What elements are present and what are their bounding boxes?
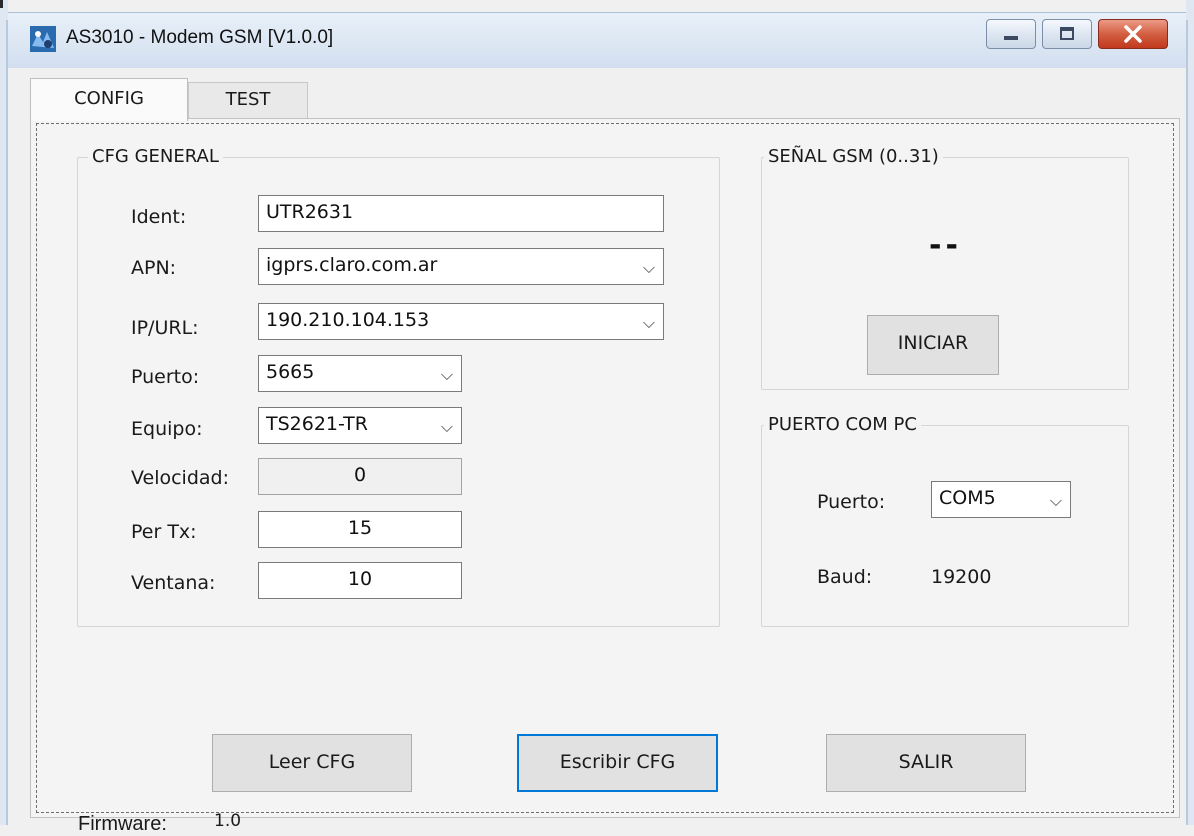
signal-gsm-title: SEÑAL GSM (0..31)	[764, 146, 943, 167]
signal-gsm-group: SEÑAL GSM (0..31) -- INICIAR	[761, 146, 1129, 390]
window-right-edge	[1186, 0, 1194, 825]
escribir-cfg-button[interactable]: Escribir CFG	[517, 734, 718, 792]
apn-value: igprs.claro.com.ar	[266, 254, 438, 276]
ip-url-label: IP/URL:	[131, 317, 199, 339]
apn-combobox[interactable]: igprs.claro.com.ar ⌵	[258, 248, 664, 285]
cfg-general-title: CFG GENERAL	[88, 146, 223, 167]
ip-url-value: 190.210.104.153	[266, 309, 430, 331]
com-port-group: PUERTO COM PC Puerto: COM5 ⌵ Baud: 19200	[761, 414, 1129, 627]
equipo-label: Equipo:	[131, 418, 203, 440]
leer-cfg-button[interactable]: Leer CFG	[212, 734, 412, 792]
ventana-input[interactable]: 10	[258, 562, 462, 599]
chevron-down-icon: ⌵	[440, 417, 453, 436]
client-area: CONFIG TEST CFG GENERAL Ident: UTR2631 A…	[8, 68, 1186, 835]
tab-test[interactable]: TEST	[188, 82, 308, 118]
frame-border-right	[1186, 20, 1188, 825]
cfg-general-group: CFG GENERAL Ident: UTR2631 APN: igprs.cl…	[77, 146, 720, 627]
equipo-value: TS2621-TR	[266, 413, 368, 435]
close-icon	[1124, 25, 1142, 43]
puerto-value: 5665	[266, 361, 315, 383]
signal-value: --	[929, 228, 962, 263]
tab-page-config: CFG GENERAL Ident: UTR2631 APN: igprs.cl…	[30, 118, 1180, 835]
window-left-edge	[0, 0, 8, 825]
firmware-value: 1.0	[214, 811, 242, 831]
close-button[interactable]	[1098, 19, 1168, 49]
maximize-button[interactable]	[1042, 19, 1092, 49]
com-port-title: PUERTO COM PC	[764, 414, 921, 435]
baud-label: Baud:	[817, 566, 873, 588]
tab-config[interactable]: CONFIG	[30, 78, 188, 121]
baud-value: 19200	[931, 566, 992, 588]
title-bar[interactable]: AS3010 - Modem GSM [V1.0.0]	[8, 12, 1186, 69]
puerto-label: Puerto:	[131, 366, 200, 388]
frame-corner	[0, 0, 3, 8]
com-port-combobox[interactable]: COM5 ⌵	[931, 481, 1071, 518]
window-title: AS3010 - Modem GSM [V1.0.0]	[66, 27, 334, 48]
chevron-down-icon: ⌵	[642, 313, 655, 332]
app-icon	[30, 26, 56, 52]
equipo-combobox[interactable]: TS2621-TR ⌵	[258, 407, 462, 444]
minimize-icon	[1004, 36, 1018, 40]
ip-url-combobox[interactable]: 190.210.104.153 ⌵	[258, 303, 664, 340]
com-port-label: Puerto:	[817, 491, 886, 513]
maximize-icon	[1060, 27, 1074, 40]
com-port-value: COM5	[939, 487, 996, 509]
iniciar-button[interactable]: INICIAR	[867, 315, 999, 375]
chevron-down-icon: ⌵	[1049, 491, 1062, 510]
ventana-label: Ventana:	[131, 572, 216, 594]
per-tx-input[interactable]: 15	[258, 511, 462, 548]
salir-button[interactable]: SALIR	[826, 734, 1026, 792]
per-tx-label: Per Tx:	[131, 521, 197, 543]
minimize-button[interactable]	[986, 19, 1036, 49]
chevron-down-icon: ⌵	[440, 365, 453, 384]
velocidad-field: 0	[258, 458, 462, 495]
ident-input[interactable]: UTR2631	[258, 195, 664, 232]
chevron-down-icon: ⌵	[642, 258, 655, 277]
velocidad-label: Velocidad:	[131, 467, 230, 489]
ident-label: Ident:	[131, 206, 187, 228]
apn-label: APN:	[131, 257, 177, 279]
puerto-combobox[interactable]: 5665 ⌵	[258, 355, 462, 392]
